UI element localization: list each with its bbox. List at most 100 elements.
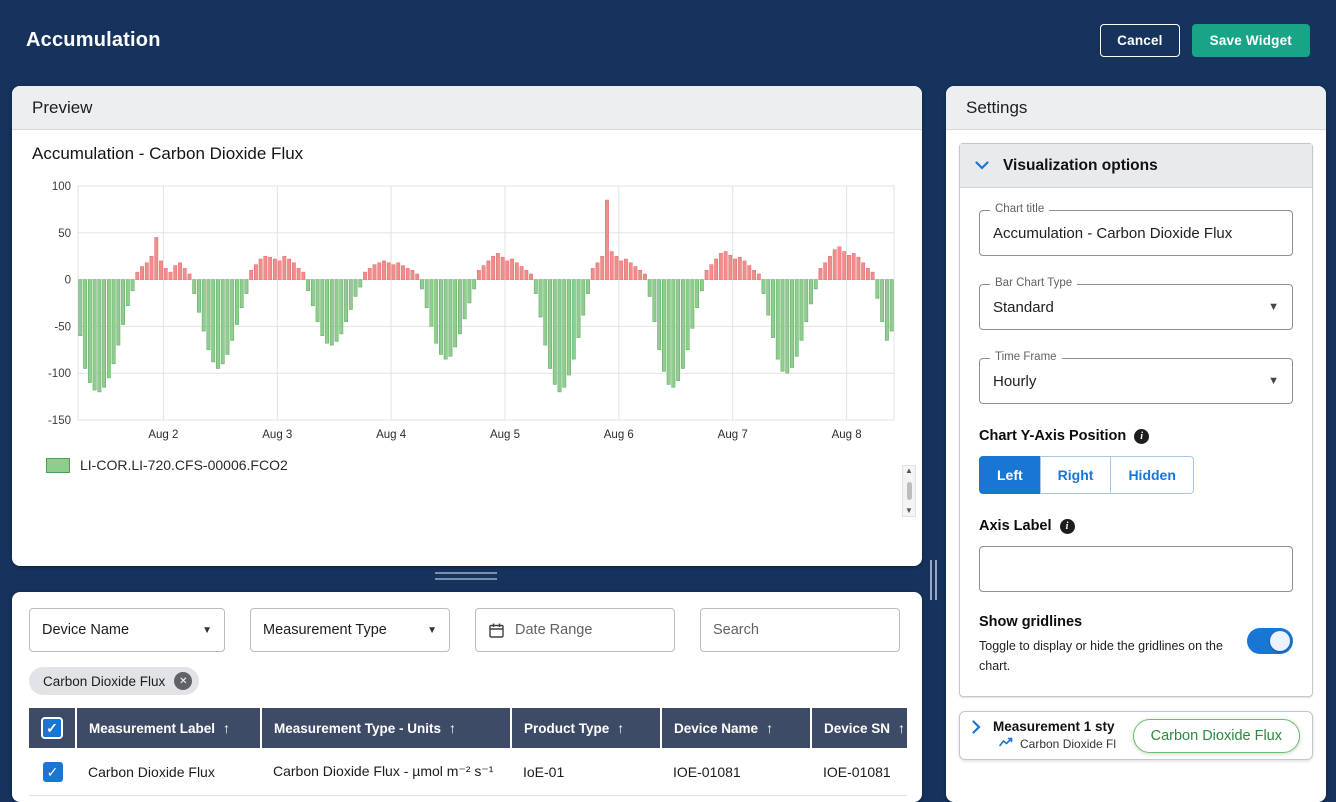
svg-text:Aug 7: Aug 7: [718, 429, 748, 441]
chart-title: Accumulation - Carbon Dioxide Flux: [32, 144, 904, 164]
show-gridlines-toggle[interactable]: [1247, 628, 1293, 654]
settings-panel-header: Settings: [946, 86, 1326, 130]
measurement-type-select[interactable]: Measurement Type ▼: [250, 608, 450, 652]
column-device-sn[interactable]: Device SN↑: [811, 708, 907, 748]
accumulation-bar-chart: 100 50 0 -50 -100 -150 Aug 2 Aug 3 Aug 4 Aug 5 Aug…: [32, 178, 904, 446]
scroll-down-icon[interactable]: ▼: [905, 507, 913, 515]
chevron-down-icon: ▼: [427, 625, 437, 636]
active-filter-chip: Carbon Dioxide Flux ✕: [29, 667, 199, 695]
show-gridlines-label: Show gridlines: [979, 614, 1247, 630]
info-icon[interactable]: i: [1060, 519, 1075, 534]
device-name-select[interactable]: Device Name ▼: [29, 608, 225, 652]
y-axis-position-button-group: Left Right Hidden: [979, 456, 1293, 494]
legend-scrollbar[interactable]: ▲ ▼: [902, 465, 916, 517]
svg-text:-50: -50: [54, 321, 71, 333]
toggle-knob: [1270, 631, 1290, 651]
chevron-down-icon: ▼: [202, 625, 212, 636]
calendar-icon: [488, 622, 505, 639]
svg-text:Aug 2: Aug 2: [148, 429, 178, 441]
chevron-down-icon[interactable]: [975, 161, 989, 170]
time-frame-label: Time Frame: [990, 351, 1062, 363]
visualization-options-section: Visualization options Chart title Bar Ch…: [959, 143, 1313, 697]
chart-title-field-label: Chart title: [990, 203, 1049, 215]
table-header-row: ✓ Measurement Label↑ Measurement Type - …: [29, 708, 907, 748]
measurement-1-style-section[interactable]: Measurement 1 sty Carbon Dioxide Fl Carb…: [959, 711, 1313, 760]
cell-measurement-label: Carbon Dioxide Flux: [76, 748, 261, 796]
svg-text:50: 50: [58, 228, 71, 240]
date-range-input[interactable]: Date Range: [475, 608, 675, 652]
line-chart-icon: [999, 737, 1013, 751]
search-input[interactable]: [713, 622, 887, 638]
chevron-down-icon: ▼: [1268, 301, 1279, 313]
date-range-placeholder: Date Range: [515, 622, 592, 638]
horizontal-resize-handle[interactable]: [435, 572, 497, 584]
measurement-section-title: Measurement 1 sty: [993, 719, 1115, 734]
measurement-section-subtitle: Carbon Dioxide Fl: [1020, 737, 1116, 751]
legend-label: LI-COR.LI-720.CFS-00006.FCO2: [80, 457, 288, 473]
bar-chart-type-label: Bar Chart Type: [990, 277, 1077, 289]
time-frame-value: Hourly: [993, 373, 1268, 390]
top-bar: Accumulation Cancel Save Widget: [0, 0, 1336, 80]
cell-measurement-type-units: Carbon Dioxide Flux - µmol m⁻² s⁻¹: [261, 748, 511, 796]
visualization-options-title: Visualization options: [1003, 157, 1158, 175]
svg-text:100: 100: [52, 181, 71, 193]
show-gridlines-description: Toggle to display or hide the gridlines …: [979, 636, 1247, 676]
axis-label-label: Axis Label: [979, 518, 1052, 534]
legend-swatch: [46, 458, 70, 473]
cell-product-type: IoE-01: [511, 748, 661, 796]
svg-text:0: 0: [65, 275, 71, 287]
chip-remove-icon[interactable]: ✕: [174, 672, 192, 690]
vertical-resize-handle[interactable]: [930, 560, 937, 600]
time-frame-select[interactable]: Time Frame Hourly ▼: [979, 358, 1293, 404]
y-axis-hidden-button[interactable]: Hidden: [1110, 456, 1193, 494]
svg-text:-100: -100: [48, 368, 71, 380]
scroll-up-icon[interactable]: ▲: [905, 467, 913, 475]
measurements-table: ✓ Measurement Label↑ Measurement Type - …: [29, 708, 907, 796]
active-filter-chip-label: Carbon Dioxide Flux: [43, 674, 165, 689]
visualization-options-header[interactable]: Visualization options: [960, 144, 1312, 188]
column-measurement-label[interactable]: Measurement Label↑: [76, 708, 261, 748]
y-axis-position-label: Chart Y-Axis Position: [979, 428, 1126, 444]
bar-chart-type-value: Standard: [993, 299, 1268, 316]
cancel-button[interactable]: Cancel: [1100, 24, 1179, 57]
preview-panel-header: Preview: [12, 86, 922, 130]
y-axis-right-button[interactable]: Right: [1040, 456, 1112, 494]
svg-text:Aug 3: Aug 3: [262, 429, 292, 441]
svg-text:Aug 4: Aug 4: [376, 429, 407, 441]
measurement-chip[interactable]: Carbon Dioxide Flux: [1133, 719, 1300, 753]
chart-title-field[interactable]: Chart title: [979, 210, 1293, 256]
row-checkbox[interactable]: ✓: [43, 762, 63, 782]
scroll-thumb[interactable]: [907, 482, 912, 500]
axis-label-input[interactable]: [993, 561, 1279, 578]
column-measurement-type-units[interactable]: Measurement Type - Units↑: [261, 708, 511, 748]
search-field[interactable]: [700, 608, 900, 652]
save-widget-button[interactable]: Save Widget: [1192, 24, 1310, 57]
sort-asc-icon[interactable]: ↑: [766, 720, 773, 736]
preview-panel: Preview Accumulation - Carbon Dioxide Fl…: [12, 86, 922, 566]
y-axis-left-button[interactable]: Left: [979, 456, 1041, 494]
page-title: Accumulation: [26, 29, 161, 52]
column-product-type[interactable]: Product Type↑: [511, 708, 661, 748]
table-row[interactable]: ✓ Carbon Dioxide Flux Carbon Dioxide Flu…: [29, 748, 907, 796]
chevron-right-icon[interactable]: [972, 720, 981, 734]
chart-title-input[interactable]: [993, 225, 1279, 242]
chevron-down-icon: ▼: [1268, 375, 1279, 387]
bar-chart-type-select[interactable]: Bar Chart Type Standard ▼: [979, 284, 1293, 330]
select-all-checkbox[interactable]: ✓: [42, 718, 62, 738]
column-device-name[interactable]: Device Name↑: [661, 708, 811, 748]
cell-device-sn: IOE-01081: [811, 748, 907, 796]
info-icon[interactable]: i: [1134, 429, 1149, 444]
sort-asc-icon[interactable]: ↑: [223, 720, 230, 736]
measurement-type-select-label: Measurement Type: [263, 622, 387, 638]
cell-device-name: IOE-01081: [661, 748, 811, 796]
measurement-selection-panel: Device Name ▼ Measurement Type ▼ Date Ra…: [12, 592, 922, 802]
sort-asc-icon[interactable]: ↑: [617, 720, 624, 736]
axis-label-field[interactable]: [979, 546, 1293, 592]
sort-asc-icon[interactable]: ↑: [898, 720, 905, 736]
sort-asc-icon[interactable]: ↑: [449, 720, 456, 736]
device-name-select-label: Device Name: [42, 622, 129, 638]
svg-text:Aug 6: Aug 6: [604, 429, 634, 441]
svg-text:-150: -150: [48, 415, 71, 427]
svg-text:Aug 5: Aug 5: [490, 429, 520, 441]
svg-text:Aug 8: Aug 8: [832, 429, 862, 441]
